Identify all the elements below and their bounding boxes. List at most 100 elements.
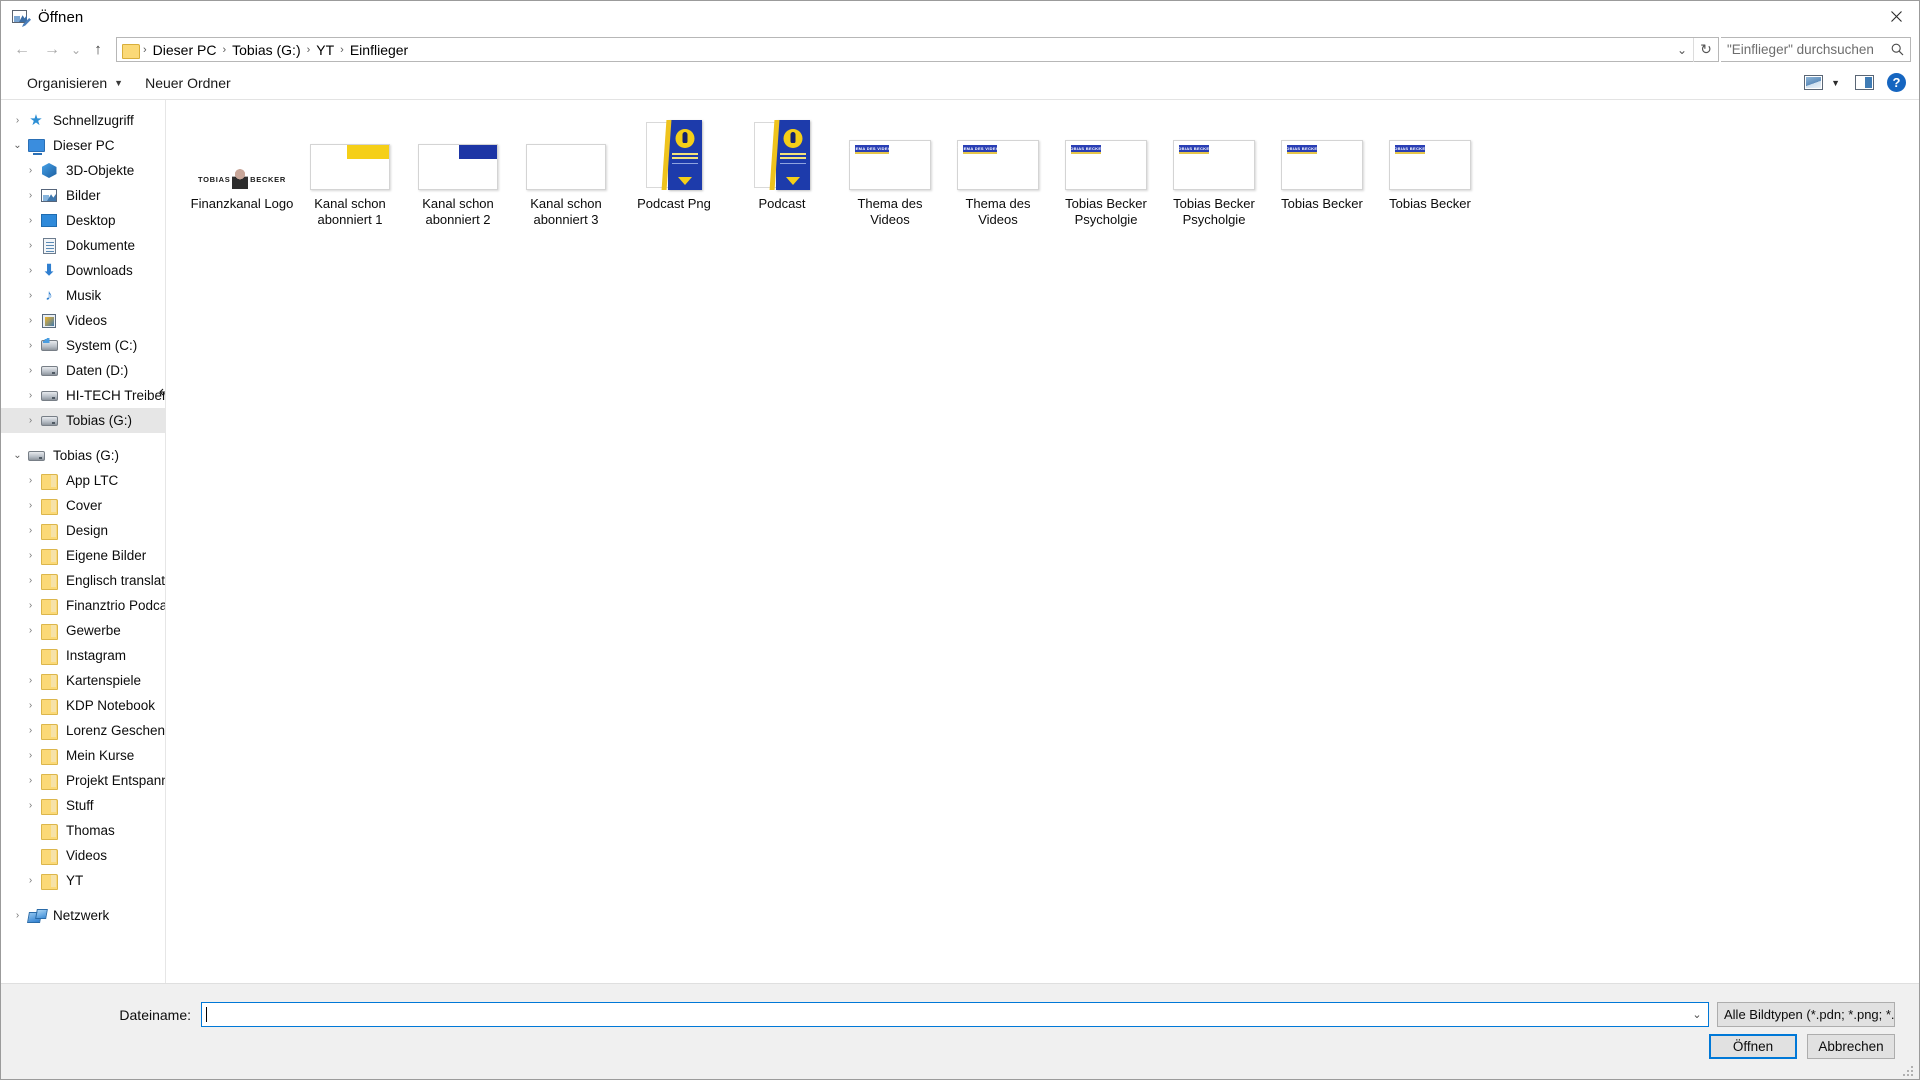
chevron-right-icon[interactable]: › (22, 415, 39, 426)
resize-grip[interactable] (1903, 1064, 1915, 1076)
chevron-right-icon[interactable]: › (22, 500, 39, 511)
chevron-right-icon[interactable]: › (22, 725, 39, 736)
chevron-right-icon[interactable]: › (22, 525, 39, 536)
breadcrumb-item-2[interactable]: YT (311, 40, 339, 60)
file-tile[interactable]: Kanal schon abonniert 3 (512, 118, 620, 228)
sidebar-item-lorenz-geschenk[interactable]: › Lorenz Geschenk (1, 718, 165, 743)
chevron-right-icon[interactable]: › (22, 700, 39, 711)
chevron-right-icon[interactable]: › (22, 265, 39, 276)
sidebar-item-dieser-pc[interactable]: ⌄ Dieser PC (1, 133, 165, 158)
search-box[interactable]: "Einflieger" durchsuchen (1721, 37, 1911, 62)
organize-button[interactable]: Organisieren ▼ (19, 71, 131, 95)
sidebar-item-englisch-translate[interactable]: › Englisch translate (1, 568, 165, 593)
back-button[interactable]: ← (7, 37, 37, 63)
chevron-down-icon[interactable]: ⌄ (1671, 38, 1693, 62)
file-tile[interactable]: TOBIAS BECKER Tobias Becker Psycholgie (1160, 118, 1268, 228)
chevron-right-icon[interactable]: › (22, 875, 39, 886)
recent-locations-button[interactable]: ⌄ (67, 37, 85, 63)
sidebar-item-downloads[interactable]: › ⬇ Downloads (1, 258, 165, 283)
sidebar-item-netzwerk[interactable]: › Netzwerk (1, 903, 165, 928)
help-button[interactable]: ? (1887, 73, 1906, 92)
file-list-pane[interactable]: TOBIAS BECKER Finanzkanal Logo Kanal schon … (166, 100, 1919, 983)
chevron-right-icon[interactable]: › (9, 910, 26, 921)
chevron-right-icon[interactable]: › (22, 365, 39, 376)
chevron-right-icon[interactable]: › (22, 340, 39, 351)
sidebar-item-schnellzugriff[interactable]: › ★ Schnellzugriff (1, 108, 165, 133)
sidebar-item-dokumente[interactable]: › Dokumente (1, 233, 165, 258)
sidebar-item-kdp-notebook[interactable]: › KDP Notebook (1, 693, 165, 718)
refresh-icon[interactable]: ↻ (1693, 37, 1718, 62)
sidebar-item-stuff[interactable]: › Stuff (1, 793, 165, 818)
address-bar[interactable]: › Dieser PC › Tobias (G:) › YT › Einflie… (116, 37, 1719, 62)
chevron-right-icon[interactable]: › (22, 190, 39, 201)
sidebar-item-yt[interactable]: › YT (1, 868, 165, 893)
chevron-right-icon[interactable]: › (9, 115, 26, 126)
chevron-right-icon[interactable]: › (22, 315, 39, 326)
sidebar-item-videos[interactable]: › Videos (1, 308, 165, 333)
sidebar-item-mein-kurse[interactable]: › Mein Kurse (1, 743, 165, 768)
sidebar-item-instagram[interactable]: Instagram (1, 643, 165, 668)
file-tile[interactable]: TOBIAS BECKER Finanzkanal Logo (188, 118, 296, 228)
chevron-right-icon[interactable]: › (22, 550, 39, 561)
preview-pane-button[interactable] (1851, 71, 1877, 95)
chevron-right-icon[interactable]: › (22, 290, 39, 301)
file-tile[interactable]: Podcast Png (620, 118, 728, 228)
file-tile[interactable]: THEMA DES VIDEOS Thema des Videos (836, 118, 944, 228)
chevron-right-icon[interactable]: › (22, 240, 39, 251)
file-tile[interactable]: THEMA DES VIDEOS Thema des Videos (944, 118, 1052, 228)
sidebar-item-projekt-entspannun[interactable]: › Projekt Entspannun (1, 768, 165, 793)
filename-dropdown-icon[interactable]: ⌄ (1686, 1008, 1708, 1021)
filetype-select[interactable]: Alle Bildtypen (*.pdn; *.png; *.jp ⌄ (1717, 1002, 1895, 1027)
sidebar-item-system-c[interactable]: › System (C:) (1, 333, 165, 358)
chevron-right-icon[interactable]: › (22, 475, 39, 486)
sidebar-item-tobias-g[interactable]: ⌄ Tobias (G:) (1, 443, 165, 468)
sidebar-item-videos[interactable]: Videos (1, 843, 165, 868)
sidebar-item-eigene-bilder[interactable]: › Eigene Bilder (1, 543, 165, 568)
close-button[interactable] (1873, 1, 1919, 32)
chevron-down-icon[interactable]: ⌄ (9, 140, 26, 151)
sidebar-item-app-ltc[interactable]: › App LTC (1, 468, 165, 493)
up-button[interactable]: ↑ (85, 37, 111, 63)
sidebar-item-thomas[interactable]: Thomas (1, 818, 165, 843)
sidebar-item-desktop[interactable]: › Desktop (1, 208, 165, 233)
sidebar-item-3d-objekte[interactable]: › 3D-Objekte (1, 158, 165, 183)
sidebar-item-kartenspiele[interactable]: › Kartenspiele (1, 668, 165, 693)
chevron-right-icon[interactable]: › (22, 215, 39, 226)
chevron-right-icon[interactable]: › (22, 390, 39, 401)
sidebar-item-cover[interactable]: › Cover (1, 493, 165, 518)
breadcrumb-item-0[interactable]: Dieser PC (148, 40, 222, 60)
change-view-button[interactable] (1800, 71, 1826, 95)
open-button[interactable]: Öffnen (1709, 1034, 1797, 1059)
chevron-right-icon[interactable]: › (22, 165, 39, 176)
chevron-right-icon[interactable]: › (22, 575, 39, 586)
sidebar-item-daten-d[interactable]: › Daten (D:) (1, 358, 165, 383)
file-tile[interactable]: TOBIAS BECKER Tobias Becker Psycholgie (1052, 118, 1160, 228)
chevron-right-icon[interactable]: › (22, 775, 39, 786)
chevron-right-icon[interactable]: › (22, 625, 39, 636)
breadcrumb-item-1[interactable]: Tobias (G:) (227, 40, 305, 60)
file-tile[interactable]: Kanal schon abonniert 2 (404, 118, 512, 228)
breadcrumb-item-3[interactable]: Einflieger (345, 40, 413, 60)
filename-input[interactable]: ⌄ (201, 1002, 1709, 1027)
chevron-right-icon[interactable]: › (22, 600, 39, 611)
forward-button[interactable]: → (37, 37, 67, 63)
file-tile[interactable]: TOBIAS BECKER Tobias Becker (1376, 118, 1484, 228)
chevron-right-icon[interactable]: › (22, 800, 39, 811)
sidebar-item-tobias-g[interactable]: › Tobias (G:) (1, 408, 165, 433)
file-tile[interactable]: Kanal schon abonniert 1 (296, 118, 404, 228)
sidebar-item-gewerbe[interactable]: › Gewerbe (1, 618, 165, 643)
sidebar-item-design[interactable]: › Design (1, 518, 165, 543)
sidebar-item-hi-tech-treiber-e[interactable]: › HI-TECH Treiber (E:) (1, 383, 165, 408)
file-tile[interactable]: Podcast (728, 118, 836, 228)
chevron-right-icon[interactable]: › (22, 675, 39, 686)
chevron-down-icon[interactable]: ⌄ (9, 450, 26, 461)
sidebar-item-finanztrio-podcast[interactable]: › Finanztrio Podcast (1, 593, 165, 618)
search-input[interactable]: "Einflieger" durchsuchen (1721, 42, 1884, 57)
new-folder-button[interactable]: Neuer Ordner (137, 71, 239, 95)
sidebar-item-musik[interactable]: › ♪ Musik (1, 283, 165, 308)
file-tile[interactable]: TOBIAS BECKER Tobias Becker (1268, 118, 1376, 228)
chevron-right-icon[interactable]: › (22, 750, 39, 761)
sidebar-item-bilder[interactable]: › Bilder (1, 183, 165, 208)
view-chevron-down-icon[interactable]: ▼ (1831, 78, 1840, 88)
cancel-button[interactable]: Abbrechen (1807, 1034, 1895, 1059)
